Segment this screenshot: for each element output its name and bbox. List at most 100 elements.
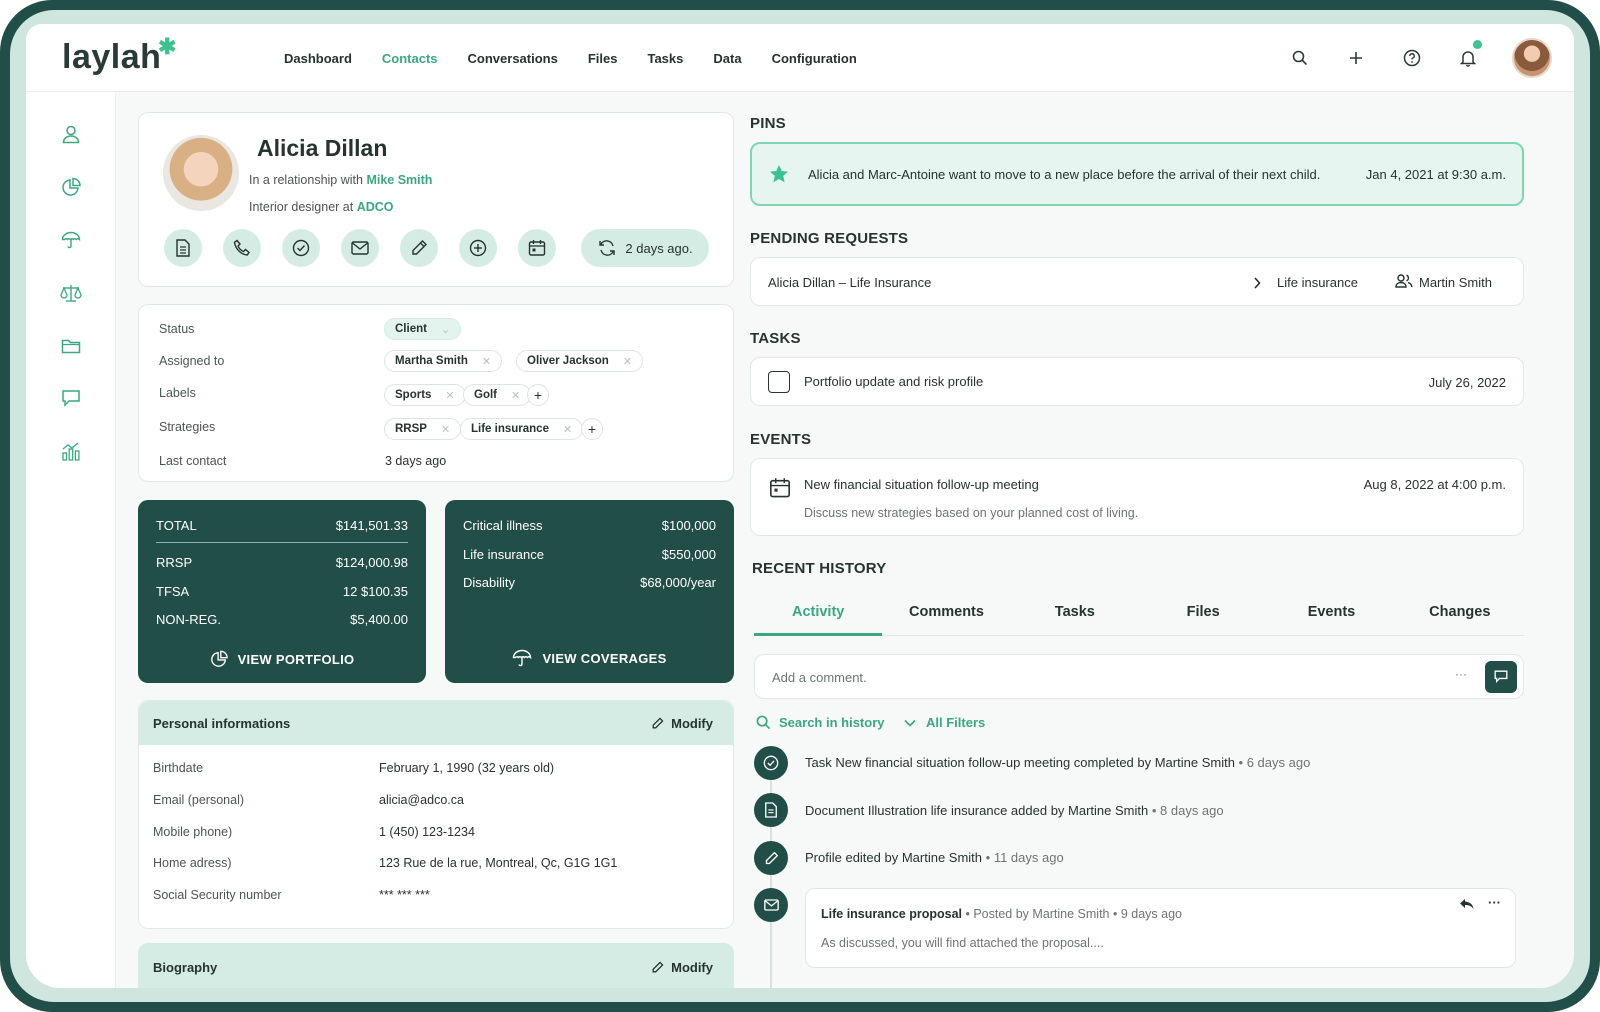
document-icon	[176, 239, 190, 257]
strategy-chip[interactable]: RRSP ✕	[384, 418, 462, 440]
status-dropdown[interactable]: Client ⌄	[384, 318, 462, 340]
message-more-icon[interactable]: ···	[1488, 895, 1501, 910]
partner-link[interactable]: Mike Smith	[366, 173, 432, 187]
task-checkbox[interactable]	[768, 371, 790, 393]
sidebar	[26, 92, 116, 988]
reply-icon[interactable]	[1459, 898, 1475, 910]
chat-icon[interactable]	[59, 387, 83, 411]
tab-tasks[interactable]: Tasks	[1011, 588, 1139, 635]
portfolio-total: TOTAL $141,501.33	[156, 518, 408, 533]
task-button[interactable]	[282, 229, 320, 267]
event-description: Discuss new strategies based on your pla…	[804, 506, 1139, 520]
history-item: Profile edited by Martine Smith • 11 day…	[805, 850, 1064, 865]
address-value: 123 Rue de la rue, Montreal, Qc, G1G 1G1	[379, 856, 618, 870]
send-comment-button[interactable]	[1485, 661, 1517, 693]
tab-activity[interactable]: Activity	[754, 588, 883, 636]
pending-request-row[interactable]: Alicia Dillan – Life Insurance Life insu…	[750, 257, 1524, 306]
message-card[interactable]: Life insurance proposal • Posted by Mart…	[805, 888, 1516, 968]
labels-label: Labels	[159, 386, 196, 400]
add-icon[interactable]	[1344, 46, 1368, 70]
add-label-button[interactable]: +	[527, 384, 549, 406]
remove-icon[interactable]: ✕	[445, 389, 454, 402]
pie-chart-icon[interactable]	[59, 175, 83, 199]
nav-conversations[interactable]: Conversations	[468, 51, 558, 66]
chevron-down-icon: ⌄	[440, 323, 451, 336]
nav-configuration[interactable]: Configuration	[772, 51, 857, 66]
assigned-chip[interactable]: Oliver Jackson ✕	[516, 350, 644, 372]
nav-tasks[interactable]: Tasks	[647, 51, 683, 66]
umbrella-icon[interactable]	[59, 228, 83, 252]
event-name: New financial situation follow-up meetin…	[804, 477, 1039, 492]
pencil-icon	[412, 240, 427, 255]
tasks-title: TASKS	[750, 330, 801, 347]
scale-icon[interactable]	[59, 281, 83, 305]
phone-icon	[233, 239, 250, 256]
assigned-label: Assigned to	[159, 354, 225, 368]
biography-modify-button[interactable]: Modify	[651, 960, 713, 975]
pending-request-name: Alicia Dillan – Life Insurance	[768, 275, 932, 290]
folder-icon[interactable]	[59, 334, 83, 358]
edit-button[interactable]	[400, 229, 438, 267]
email-button[interactable]	[341, 229, 379, 267]
refresh-icon	[599, 240, 616, 256]
search-history[interactable]: Search in history	[756, 715, 884, 730]
label-chip[interactable]: Golf ✕	[463, 384, 532, 406]
tab-files[interactable]: Files	[1139, 588, 1267, 635]
divider	[156, 542, 408, 543]
user-avatar[interactable]	[1512, 38, 1552, 78]
task-name[interactable]: Portfolio update and risk profile	[804, 374, 983, 389]
notification-dot	[1473, 40, 1482, 49]
nav-contacts[interactable]: Contacts	[382, 51, 438, 66]
help-icon[interactable]	[1400, 46, 1424, 70]
modify-button[interactable]: Modify	[651, 716, 713, 731]
pie-chart-icon	[210, 650, 228, 667]
nav-files[interactable]: Files	[588, 51, 618, 66]
remove-icon[interactable]: ✕	[482, 355, 491, 368]
job-line: Interior designer at ADCO	[249, 200, 394, 214]
top-bar: laylah ✱ Dashboard Contacts Conversation…	[26, 24, 1574, 92]
add-strategy-button[interactable]: +	[581, 418, 603, 440]
all-filters-button[interactable]: All Filters	[904, 715, 985, 730]
remove-icon[interactable]: ✕	[511, 389, 520, 402]
remove-icon[interactable]: ✕	[441, 423, 450, 436]
pin-text: Alicia and Marc-Antoine want to move to …	[808, 167, 1321, 182]
search-icon[interactable]	[1288, 46, 1312, 70]
logo-text: laylah	[62, 38, 162, 76]
bell-icon[interactable]	[1456, 40, 1482, 70]
remove-icon[interactable]: ✕	[563, 423, 572, 436]
add-button[interactable]	[459, 229, 497, 267]
bar-chart-icon[interactable]	[59, 440, 83, 464]
personal-info-header: Personal informations Modify	[139, 701, 733, 745]
pencil-icon	[652, 961, 664, 973]
company-link[interactable]: ADCO	[357, 200, 394, 214]
nav-dashboard[interactable]: Dashboard	[284, 51, 352, 66]
calendar-button[interactable]	[518, 229, 556, 267]
label-chip[interactable]: Sports ✕	[384, 384, 466, 406]
pending-request-owner: Martin Smith	[1419, 275, 1492, 290]
view-coverages-button[interactable]: VIEW COVERAGES	[445, 648, 734, 668]
history-tabs: Activity Comments Tasks Files Events Cha…	[754, 588, 1524, 636]
chevron-right-icon	[1254, 277, 1261, 289]
pencil-icon	[754, 841, 788, 875]
event-card[interactable]: New financial situation follow-up meetin…	[750, 458, 1524, 536]
user-icon[interactable]	[59, 122, 83, 146]
comment-input[interactable]: Add a comment.	[772, 670, 867, 685]
strategy-chip[interactable]: Life insurance ✕	[460, 418, 584, 440]
pin-card[interactable]: Alicia and Marc-Antoine want to move to …	[750, 142, 1524, 206]
remove-icon[interactable]: ✕	[623, 355, 632, 368]
tab-changes[interactable]: Changes	[1396, 588, 1524, 635]
app-screen: laylah ✱ Dashboard Contacts Conversation…	[26, 24, 1574, 988]
more-options-icon[interactable]: ···	[1455, 667, 1467, 681]
assigned-chip[interactable]: Martha Smith ✕	[384, 350, 503, 372]
view-portfolio-button[interactable]: VIEW PORTFOLIO	[138, 650, 426, 668]
tab-events[interactable]: Events	[1267, 588, 1395, 635]
last-update-button[interactable]: 2 days ago.	[581, 229, 709, 267]
logo[interactable]: laylah ✱	[62, 34, 176, 77]
calendar-icon	[528, 240, 546, 256]
document-button[interactable]	[164, 229, 202, 267]
tab-comments[interactable]: Comments	[882, 588, 1010, 635]
nav-data[interactable]: Data	[713, 51, 741, 66]
star-icon	[770, 165, 788, 183]
call-button[interactable]	[223, 229, 261, 267]
mail-icon	[351, 241, 369, 255]
